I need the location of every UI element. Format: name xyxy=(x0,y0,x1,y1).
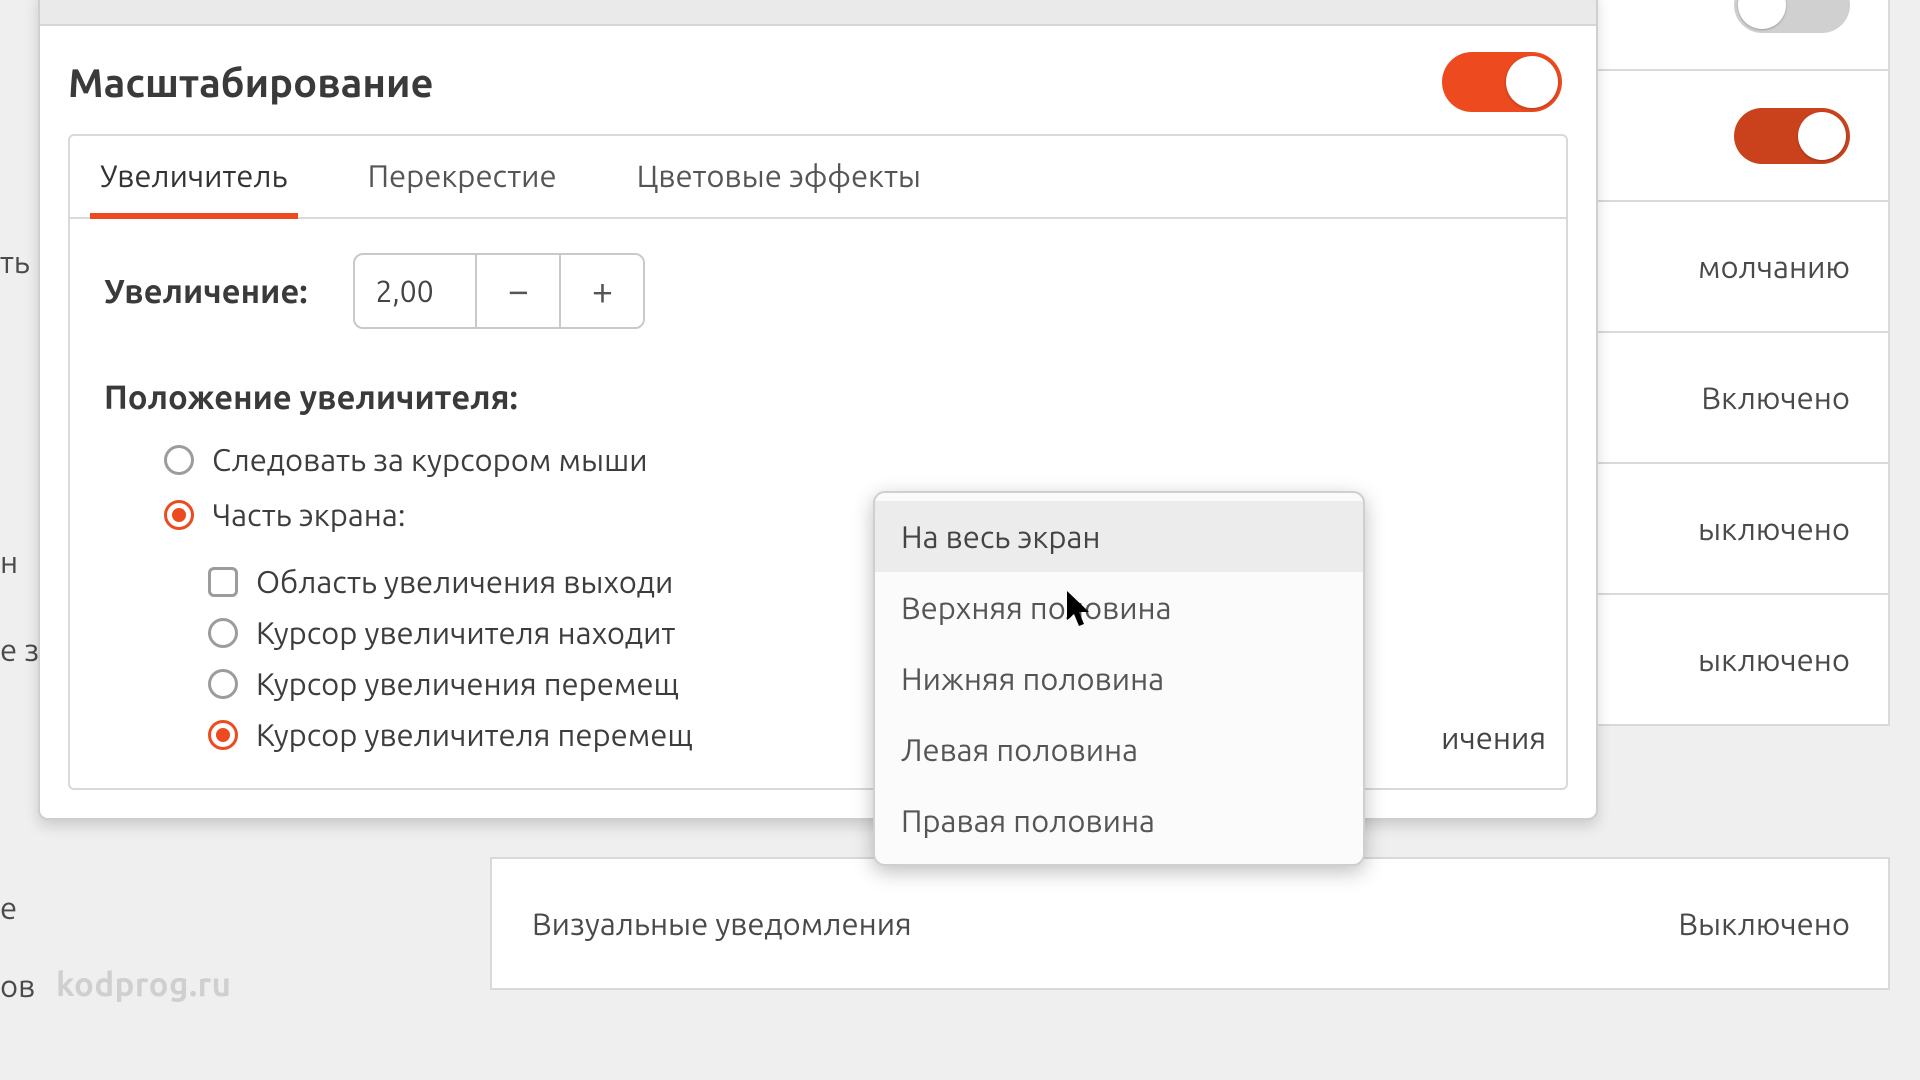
dropdown-item-bottom-half[interactable]: Нижняя половина xyxy=(875,643,1363,714)
toggle-on[interactable] xyxy=(1734,108,1850,164)
row-value: молчанию xyxy=(1698,249,1850,284)
radio-icon xyxy=(208,669,238,699)
radio-checked-icon xyxy=(164,500,194,530)
row-value: ыключено xyxy=(1698,642,1850,677)
truncated-text: н xyxy=(0,544,18,579)
option-label: Курсор увеличителя перемещ xyxy=(256,717,693,752)
magnification-value[interactable]: 2,00 xyxy=(355,255,475,327)
magnification-label: Увеличение: xyxy=(104,273,307,310)
checkbox-icon xyxy=(208,567,238,597)
option-label: Курсор увеличения перемещ xyxy=(256,666,679,701)
radio-icon xyxy=(208,618,238,648)
dialog-title: Масштабирование xyxy=(68,60,434,105)
tab-magnifier[interactable]: Увеличитель xyxy=(90,136,298,219)
option-follow-mouse[interactable]: Следовать за курсором мыши xyxy=(164,442,1532,477)
truncated-text: ов xyxy=(0,968,35,1003)
bg-row-visual-alerts[interactable]: Визуальные уведомления Выключено xyxy=(490,857,1890,990)
row-value: Выключено xyxy=(1678,906,1850,941)
watermark: kodprog.ru xyxy=(56,966,231,1003)
truncated-text: е xyxy=(0,890,17,925)
radio-icon xyxy=(164,445,194,475)
decrement-button[interactable]: − xyxy=(475,255,559,327)
dialog-titlebar[interactable] xyxy=(40,0,1596,26)
zoom-enable-switch[interactable] xyxy=(1442,52,1562,112)
row-value: Включено xyxy=(1701,380,1850,415)
dropdown-item-left-half[interactable]: Левая половина xyxy=(875,714,1363,785)
tab-color-effects[interactable]: Цветовые эффекты xyxy=(627,136,931,219)
radio-checked-icon xyxy=(208,720,238,750)
truncated-text: ичения xyxy=(1441,720,1546,755)
dropdown-item-top-half[interactable]: Верхняя половина xyxy=(875,572,1363,643)
toggle-off[interactable] xyxy=(1734,0,1850,33)
increment-button[interactable]: + xyxy=(559,255,643,327)
option-label: Область увеличения выходи xyxy=(256,564,673,599)
option-label: Курсор увеличителя находит xyxy=(256,615,675,650)
tabs: Увеличитель Перекрестие Цветовые эффекты xyxy=(70,136,1566,219)
tab-crosshair[interactable]: Перекрестие xyxy=(358,136,567,219)
dropdown-item-right-half[interactable]: Правая половина xyxy=(875,785,1363,856)
truncated-text: е з xyxy=(0,632,39,667)
option-label: Следовать за курсором мыши xyxy=(212,442,648,477)
row-label: Визуальные уведомления xyxy=(532,906,912,941)
screen-part-dropdown: На весь экран Верхняя половина Нижняя по… xyxy=(873,491,1365,866)
position-heading: Положение увеличителя: xyxy=(104,379,1532,416)
truncated-text: ть xyxy=(0,244,30,279)
magnification-stepper: 2,00 − + xyxy=(353,253,645,329)
row-value: ыключено xyxy=(1698,511,1850,546)
dropdown-item-fullscreen[interactable]: На весь экран xyxy=(875,501,1363,572)
option-label: Часть экрана: xyxy=(212,497,405,532)
